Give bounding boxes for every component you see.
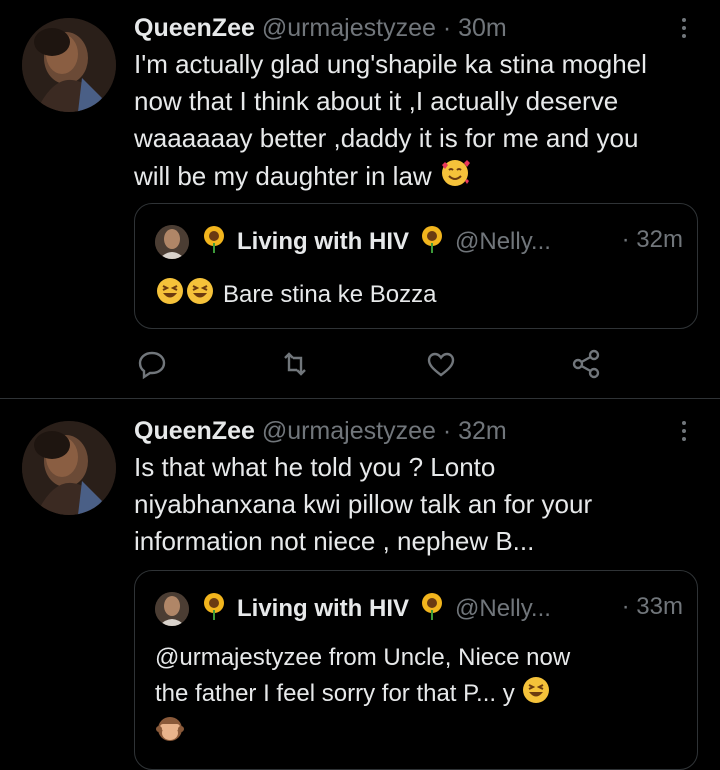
share-icon[interactable] <box>570 348 602 380</box>
author-handle[interactable]: @urmajestyzee <box>262 14 436 42</box>
tweet-text-line: Is that what he told you ? Lonto <box>134 452 496 482</box>
laughing-emoji <box>185 276 215 316</box>
author-name[interactable]: QueenZee <box>134 417 255 445</box>
quoted-tweet-text: @urmajestyzee from Uncle, Niece now the … <box>155 641 675 755</box>
author-avatar[interactable] <box>22 421 116 515</box>
more-icon[interactable] <box>672 14 696 42</box>
quoted-tweet-time: · 32m <box>621 226 683 253</box>
tweet-text-line: I'm actually glad ung'shapile ka stina m… <box>134 49 647 79</box>
tweet-header: QueenZee @urmajestyzee · 32m <box>134 417 507 446</box>
quoted-tweet-header: Living with HIV @Nelly... <box>155 224 551 260</box>
tweet-header: QueenZee @urmajestyzee · 30m <box>134 14 507 43</box>
sunflower-icon <box>201 592 227 627</box>
tweet-text-line: waaaaaay better ,daddy it is for me and … <box>134 123 639 153</box>
tweet-text-line-content: will be my daughter in law <box>134 161 432 191</box>
quoted-author-handle: @Nelly... <box>455 228 551 255</box>
quoted-author-handle: @Nelly... <box>455 595 551 622</box>
tweet-time[interactable]: 30m <box>458 14 507 42</box>
see-no-evil-monkey-emoji <box>155 715 185 755</box>
reply-icon[interactable] <box>136 348 168 380</box>
tweet-time[interactable]: 32m <box>458 417 507 445</box>
quoted-tweet[interactable]: Living with HIV @Nelly... · 33m @urmajes… <box>134 570 698 770</box>
quoted-tweet-text-line: the father I feel sorry for that P... y <box>155 675 675 715</box>
tweet-text: I'm actually glad ung'shapile ka stina m… <box>134 46 694 199</box>
tweet-actions <box>0 348 720 384</box>
tweet-text-line: now that I think about it ,I actually de… <box>134 86 619 116</box>
quoted-author-avatar <box>155 225 189 259</box>
tweet-text-line: information not niece , nephew B... <box>134 526 535 556</box>
author-handle[interactable]: @urmajestyzee <box>262 417 436 445</box>
tweet-text: Is that what he told you ? Lonto niyabha… <box>134 449 694 560</box>
tweet-2[interactable]: QueenZee @urmajestyzee · 32m Is that wha… <box>0 399 720 770</box>
quoted-author-name: Living with HIV <box>237 228 409 255</box>
laughing-emoji <box>521 675 551 715</box>
quoted-tweet-header: Living with HIV @Nelly... <box>155 591 551 627</box>
laughing-emoji <box>155 276 185 316</box>
retweet-icon[interactable] <box>279 348 311 380</box>
quoted-tweet-text-content: Bare stina ke Bozza <box>223 281 437 308</box>
quoted-tweet-text: Bare stina ke Bozza <box>155 276 675 316</box>
separator: · <box>442 14 452 42</box>
quoted-tweet[interactable]: Living with HIV @Nelly... · 32m Bare sti… <box>134 203 698 329</box>
tweet-text-line: niyabhanxana kwi pillow talk an for your <box>134 489 593 519</box>
sunflower-icon <box>201 225 227 260</box>
quoted-tweet-text-line: @urmajestyzee from Uncle, Niece now <box>155 644 571 671</box>
tweet-text-line: will be my daughter in law <box>134 157 694 199</box>
smiling-hearts-emoji <box>439 157 471 199</box>
quoted-tweet-time: · 33m <box>621 593 683 620</box>
author-avatar[interactable] <box>22 18 116 112</box>
more-icon[interactable] <box>672 417 696 445</box>
quoted-author-avatar <box>155 592 189 626</box>
like-icon[interactable] <box>425 348 457 380</box>
tweet-1[interactable]: QueenZee @urmajestyzee · 30m I'm actuall… <box>0 0 720 398</box>
quoted-author-name: Living with HIV <box>237 595 409 622</box>
sunflower-icon <box>419 592 445 627</box>
sunflower-icon <box>419 225 445 260</box>
separator: · <box>442 417 452 445</box>
quoted-tweet-text-line-content: the father I feel sorry for that P... y <box>155 680 515 707</box>
author-name[interactable]: QueenZee <box>134 14 255 42</box>
quoted-tweet-text-line <box>155 715 675 755</box>
